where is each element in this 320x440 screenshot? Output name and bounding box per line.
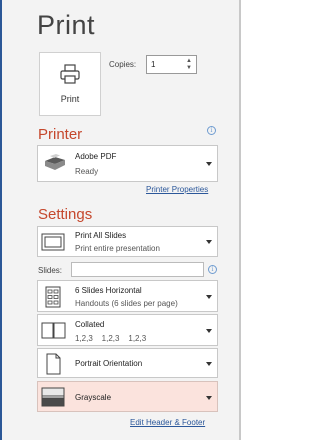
print-button-label: Print [60,94,80,104]
scrollbar[interactable] [239,0,241,440]
page-title: Print [37,10,96,40]
layout-title: 6 Slides Horizontal [75,286,142,295]
layout-dropdown[interactable]: 6 Slides Horizontal Handouts (6 slides p… [37,280,218,312]
edit-header-footer-link[interactable]: Edit Header & Footer [130,418,205,427]
grayscale-icon [41,387,65,407]
orientation-dropdown[interactable]: Portrait Orientation [37,348,218,378]
info-icon[interactable]: i [208,265,217,274]
print-panel: Print Print Copies: 1 ▲ ▼ Printer i Adob… [0,0,239,440]
print-button[interactable]: Print [39,52,101,116]
collation-title: Collated [75,320,105,329]
color-dropdown[interactable]: Grayscale [37,381,218,412]
chevron-down-icon [206,295,212,299]
slide-range-dropdown[interactable]: Print All Slides Print entire presentati… [37,226,218,257]
printer-properties-link[interactable]: Printer Properties [146,185,208,194]
slides-label: Slides: [38,266,63,275]
printer-dropdown[interactable]: Adobe PDF Ready [37,145,218,182]
handouts-icon [45,286,61,308]
orientation-title: Portrait Orientation [75,359,143,368]
chevron-down-icon [206,396,212,400]
increment-icon[interactable]: ▲ [185,58,193,65]
collation-subtitle: 1,2,3 1,2,3 1,2,3 [75,334,147,343]
portrait-page-icon [46,353,61,375]
chevron-down-icon [206,240,212,244]
color-title: Grayscale [75,393,112,402]
collation-dropdown[interactable]: Collated 1,2,3 1,2,3 1,2,3 [37,314,218,346]
printer-icon [60,64,80,84]
layout-subtitle: Handouts (6 slides per page) [75,299,178,308]
printer-status: Ready [75,167,99,176]
settings-heading: Settings [38,206,93,223]
printer-name: Adobe PDF [75,152,117,161]
info-icon[interactable]: i [207,126,216,135]
slide-range-title: Print All Slides [75,231,127,240]
copies-value[interactable]: 1 [151,60,155,69]
chevron-down-icon [206,362,212,366]
printer-heading: Printer [38,126,83,143]
slides-input[interactable] [71,262,204,277]
decrement-icon[interactable]: ▼ [185,65,193,72]
slides-icon [41,233,65,251]
chevron-down-icon [206,162,212,166]
slide-range-subtitle: Print entire presentation [75,244,160,253]
chevron-down-icon [206,329,212,333]
copies-stepper[interactable]: 1 ▲ ▼ [146,55,197,74]
collated-icon [41,322,66,339]
copies-label: Copies: [109,60,137,69]
printer-device-icon [45,154,65,170]
